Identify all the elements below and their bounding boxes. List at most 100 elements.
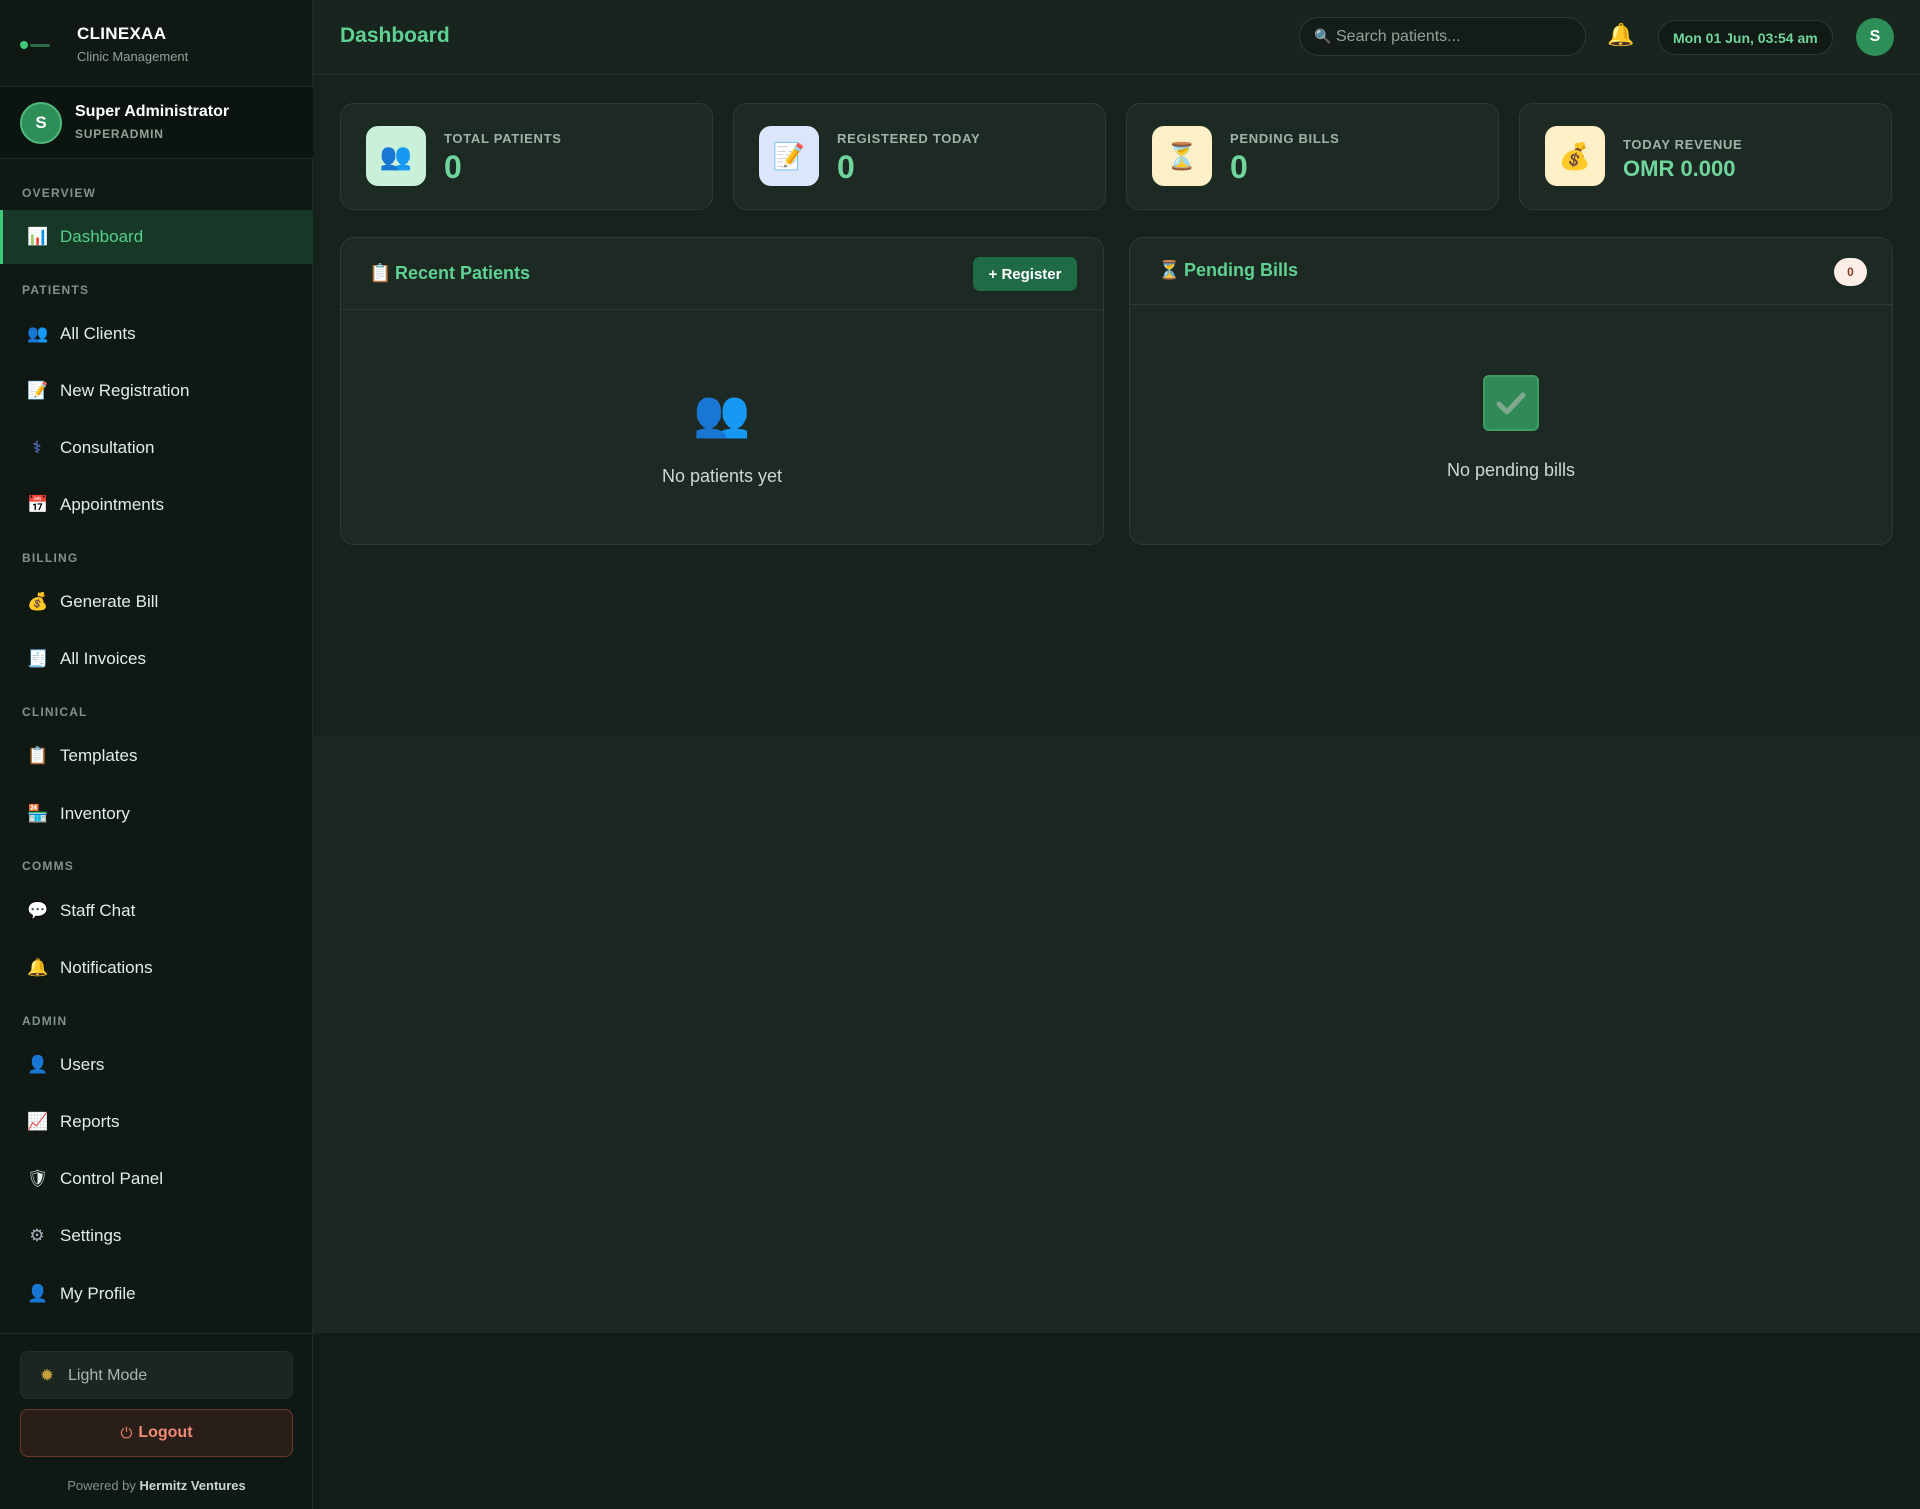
stat-label: TOTAL PATIENTS [444, 131, 562, 146]
sidebar-item-label: New Registration [60, 381, 190, 400]
sidebar-item-generate-bill[interactable]: 💰 Generate Bill [0, 575, 313, 629]
memo-icon: 📝 [27, 381, 49, 400]
light-mode-toggle[interactable]: ✹ Light Mode [20, 1351, 293, 1399]
sidebar-item-label: Appointments [60, 495, 164, 514]
bar-chart-icon: 📊 [27, 227, 49, 246]
sidebar-item-users[interactable]: 👤 Users [0, 1038, 313, 1092]
logout-label: Logout [138, 1424, 193, 1441]
sidebar-item-label: Inventory [60, 804, 130, 823]
page-title: Dashboard [340, 24, 450, 47]
sidebar-item-control-panel[interactable]: 🛡 Control Panel [0, 1152, 313, 1206]
sidebar-item-appointments[interactable]: 📅 Appointments [0, 478, 313, 532]
stat-label: PENDING BILLS [1230, 131, 1340, 146]
count-badge: 0 [1834, 258, 1867, 286]
people-icon: 👥 [27, 324, 49, 343]
stat-value: 0 [837, 149, 855, 185]
register-button[interactable]: + Register [973, 257, 1077, 291]
nav-section-admin: ADMIN [22, 1014, 68, 1028]
nav-section-comms: COMMS [22, 859, 74, 873]
user-avatar: S [20, 102, 62, 144]
sidebar-item-all-invoices[interactable]: 🧾 All Invoices [0, 632, 313, 686]
sidebar-item-label: Notifications [60, 958, 153, 977]
store-icon: 🏪 [27, 804, 49, 823]
sidebar-item-label: Control Panel [60, 1169, 164, 1188]
logout-button[interactable]: ⏻ Logout [20, 1409, 293, 1457]
user-card: S Super Administrator SUPERADMIN [0, 87, 313, 159]
sidebar-item-new-registration[interactable]: 📝 New Registration [0, 364, 313, 418]
datetime-display: Mon 01 Jun, 03:54 am [1658, 20, 1833, 55]
search-icon: 🔍 [1314, 28, 1332, 44]
power-icon: ⏻ [120, 1424, 133, 1442]
stat-value: OMR 0.000 [1623, 156, 1736, 181]
stat-card-pending-bills: ⏳ PENDING BILLS 0 [1126, 103, 1499, 210]
sidebar-item-reports[interactable]: 📈 Reports [0, 1095, 313, 1149]
panel-header: ⏳ Pending Bills 0 [1130, 238, 1892, 305]
chart-up-icon: 📈 [27, 1112, 49, 1131]
sidebar-item-label: My Profile [60, 1284, 136, 1303]
check-mark-icon [1483, 375, 1539, 431]
sidebar-item-dashboard[interactable]: 📊 Dashboard [0, 210, 313, 264]
logo-icon [20, 41, 52, 49]
panel-title: Pending Bills [1184, 260, 1299, 280]
sidebar-item-staff-chat[interactable]: 💬 Staff Chat [0, 884, 313, 938]
sidebar-footer: ✹ Light Mode ⏻ Logout Powered by Hermitz… [0, 1333, 313, 1509]
sidebar-item-my-profile[interactable]: 👤 My Profile [0, 1267, 313, 1321]
sidebar-item-consultation[interactable]: ⚕ Consultation [0, 421, 313, 475]
stat-label: TODAY REVENUE [1623, 137, 1743, 152]
search-box: 🔍 [1299, 17, 1586, 56]
empty-state-text: No pending bills [1446, 460, 1576, 480]
sidebar-item-label: Templates [60, 746, 138, 765]
sun-icon: ✹ [39, 1366, 55, 1385]
app-root: CLINEXAA Clinic Management S Super Admin… [0, 0, 1920, 1509]
sidebar-item-templates[interactable]: 📋 Templates [0, 729, 313, 783]
bell-icon: 🔔 [27, 958, 49, 977]
sidebar-item-label: Users [60, 1055, 105, 1074]
people-icon: 👥 [366, 126, 426, 186]
sidebar-item-label: All Clients [60, 324, 136, 343]
clipboard-icon: 📋 [369, 263, 392, 283]
nav-section-billing: BILLING [22, 551, 79, 565]
panel-header: 📋 Recent Patients + Register [341, 238, 1103, 310]
user-name: Super Administrator [75, 103, 230, 120]
nav-section-patients: PATIENTS [22, 283, 90, 297]
hourglass-icon: ⏳ [1158, 260, 1181, 280]
brand-name: CLINEXAA [77, 24, 167, 43]
top-bar: Dashboard 🔍 🔔 Mon 01 Jun, 03:54 am S [313, 0, 1920, 75]
gear-icon: ⚙ [29, 1226, 45, 1245]
money-bag-icon: 💰 [27, 592, 49, 611]
sidebar-item-settings[interactable]: ⚙ Settings [0, 1209, 313, 1263]
stat-card-registered-today: 📝 REGISTERED TODAY 0 [733, 103, 1106, 210]
sidebar-item-label: Reports [60, 1112, 120, 1131]
stat-value: 0 [1230, 149, 1248, 185]
avatar[interactable]: S [1856, 18, 1894, 56]
sidebar-item-label: All Invoices [60, 649, 146, 668]
empty-state-text: No patients yet [661, 466, 783, 486]
sidebar-item-label: Dashboard [60, 227, 144, 246]
brand-subtitle: Clinic Management [77, 49, 189, 64]
sidebar-item-label: Consultation [60, 438, 155, 457]
powered-by: Powered by Hermitz Ventures [0, 1478, 313, 1493]
recent-patients-panel: 📋 Recent Patients + Register 👥 No patien… [340, 237, 1104, 545]
panel-title: Recent Patients [395, 263, 531, 283]
stat-card-total-patients: 👥 TOTAL PATIENTS 0 [340, 103, 713, 210]
sidebar-item-label: Settings [60, 1226, 122, 1245]
shield-icon: 🛡 [27, 1169, 49, 1188]
money-bag-icon: 💰 [1545, 126, 1605, 186]
sidebar-item-all-clients[interactable]: 👥 All Clients [0, 307, 313, 361]
calendar-icon: 📅 [27, 495, 49, 514]
powered-by-company: Hermitz Ventures [139, 1478, 246, 1493]
clipboard-icon: 📋 [27, 746, 49, 765]
sidebar-item-label: Generate Bill [60, 592, 159, 611]
sidebar: CLINEXAA Clinic Management S Super Admin… [0, 0, 313, 1509]
search-input[interactable] [1336, 25, 1576, 49]
bell-icon[interactable]: 🔔 [1607, 22, 1634, 48]
stat-card-today-revenue: 💰 TODAY REVENUE OMR 0.000 [1519, 103, 1892, 210]
sidebar-item-notifications[interactable]: 🔔 Notifications [0, 941, 313, 995]
nav-section-overview: OVERVIEW [22, 186, 97, 200]
stat-label: REGISTERED TODAY [837, 131, 981, 146]
people-icon: 👥 [693, 387, 751, 439]
sidebar-item-inventory[interactable]: 🏪 Inventory [0, 787, 313, 841]
hourglass-icon: ⏳ [1152, 126, 1212, 186]
powered-by-prefix: Powered by [67, 1478, 136, 1493]
sidebar-item-label: Staff Chat [60, 901, 136, 920]
